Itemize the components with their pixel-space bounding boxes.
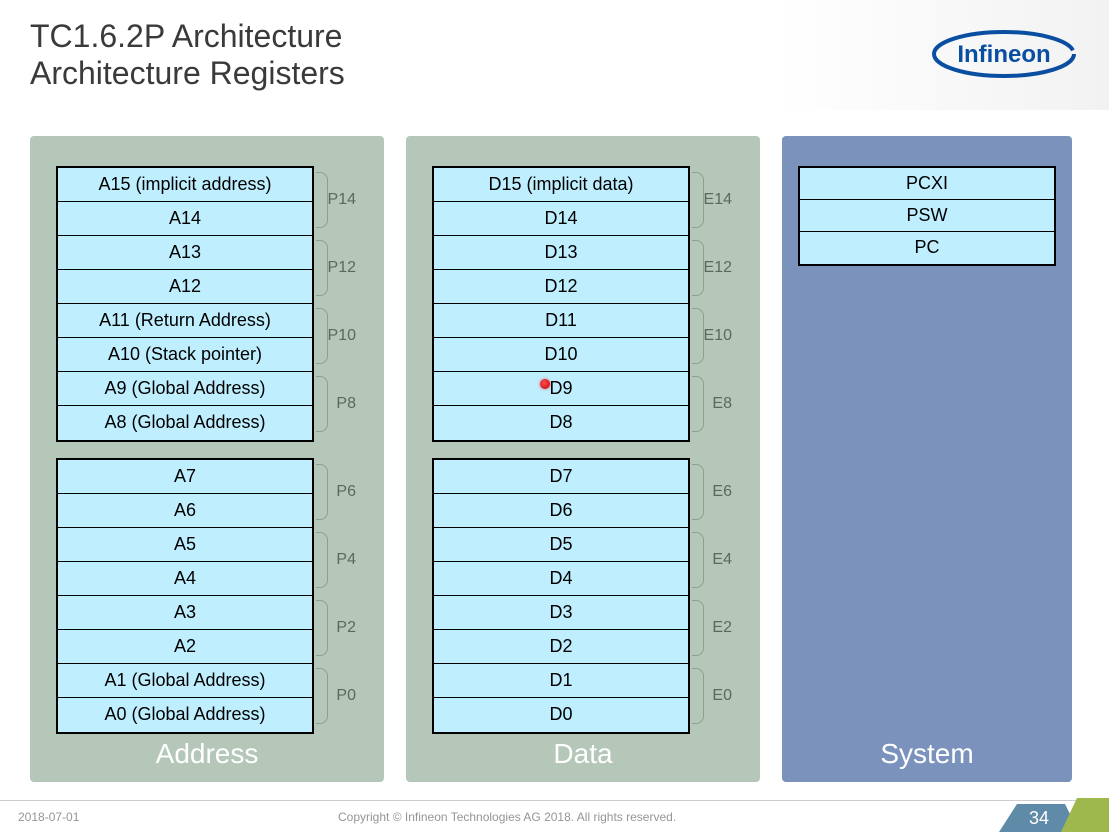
register-cell: A0 (Global Address) [58,698,312,732]
system-block: PCXI PSW PC [798,166,1056,266]
title-line-2: Architecture Registers [30,55,345,91]
data-lower-block: D7 D6 D5 D4 D3 D2 D1 D0 [432,458,690,734]
register-cell: D6 [434,494,688,528]
pair-label: P8 [314,370,358,438]
register-cell: A7 [58,460,312,494]
data-upper-block: D15 (implicit data) D14 D13 D12 D11 D10 … [432,166,690,442]
pair-label: P6 [314,458,358,526]
register-cell: D8 [434,406,688,440]
register-cell: D4 [434,562,688,596]
register-cell: A15 (implicit address) [58,168,312,202]
register-cell: PC [800,232,1054,264]
address-upper-block: A15 (implicit address) A14 A13 A12 A11 (… [56,166,314,442]
register-cell: D1 [434,664,688,698]
pair-label: P4 [314,526,358,594]
register-cell: A1 (Global Address) [58,664,312,698]
register-cell: D2 [434,630,688,664]
register-cell: D11 [434,304,688,338]
pair-label: E2 [690,594,734,662]
panel-address: A15 (implicit address) A14 A13 A12 A11 (… [30,136,384,782]
pair-label-column: E14 E12 E10 E8 [690,166,734,442]
pair-label: E14 [690,166,734,234]
pair-label-column: P6 P4 P2 P0 [314,458,358,734]
panel-title-address: Address [156,738,259,770]
pair-label: E6 [690,458,734,526]
register-cell: A6 [58,494,312,528]
slide-content: A15 (implicit address) A14 A13 A12 A11 (… [0,110,1109,782]
pair-label-column: E6 E4 E2 E0 [690,458,734,734]
pair-label: E12 [690,234,734,302]
pair-label: E8 [690,370,734,438]
register-cell: D3 [434,596,688,630]
register-cell: A10 (Stack pointer) [58,338,312,372]
register-cell: A14 [58,202,312,236]
infineon-logo: Infineon [929,28,1079,85]
footer-date: 2018-07-01 [18,810,338,824]
register-cell: A9 (Global Address) [58,372,312,406]
register-cell: A4 [58,562,312,596]
register-cell: D12 [434,270,688,304]
register-cell: D0 [434,698,688,732]
register-cell: A11 (Return Address) [58,304,312,338]
pair-label: P2 [314,594,358,662]
register-cell: PSW [800,200,1054,232]
register-cell: A5 [58,528,312,562]
pair-label: P12 [314,234,358,302]
svg-text:Infineon: Infineon [957,41,1050,68]
pair-label: P10 [314,302,358,370]
laser-pointer-icon [540,379,550,389]
panel-data: D15 (implicit data) D14 D13 D12 D11 D10 … [406,136,760,782]
panel-title-system: System [880,738,973,770]
slide-footer: 2018-07-01 Copyright © Infineon Technolo… [0,800,1109,832]
panel-system: PCXI PSW PC System [782,136,1072,782]
register-cell: A13 [58,236,312,270]
footer-copyright: Copyright © Infineon Technologies AG 201… [338,810,1091,824]
register-cell: A3 [58,596,312,630]
register-cell: D5 [434,528,688,562]
register-cell: D9 [434,372,688,406]
title-line-1: TC1.6.2P Architecture [30,18,342,54]
pair-label: E0 [690,662,734,730]
slide-header: TC1.6.2P Architecture Architecture Regis… [0,0,1109,110]
panel-title-data: Data [553,738,612,770]
register-cell: D15 (implicit data) [434,168,688,202]
register-cell: A2 [58,630,312,664]
address-lower-block: A7 A6 A5 A4 A3 A2 A1 (Global Address) A0… [56,458,314,734]
register-cell: D14 [434,202,688,236]
pair-label: E4 [690,526,734,594]
register-cell: D13 [434,236,688,270]
pair-label-column: P14 P12 P10 P8 [314,166,358,442]
pair-label: P0 [314,662,358,730]
register-cell: D10 [434,338,688,372]
register-cell: A12 [58,270,312,304]
register-cell: A8 (Global Address) [58,406,312,440]
register-cell: D7 [434,460,688,494]
pair-label: P14 [314,166,358,234]
pair-label: E10 [690,302,734,370]
slide-title: TC1.6.2P Architecture Architecture Regis… [30,18,1079,92]
svg-text:34: 34 [1029,808,1049,828]
register-cell: PCXI [800,168,1054,200]
page-number-badge: 34 [999,798,1109,832]
